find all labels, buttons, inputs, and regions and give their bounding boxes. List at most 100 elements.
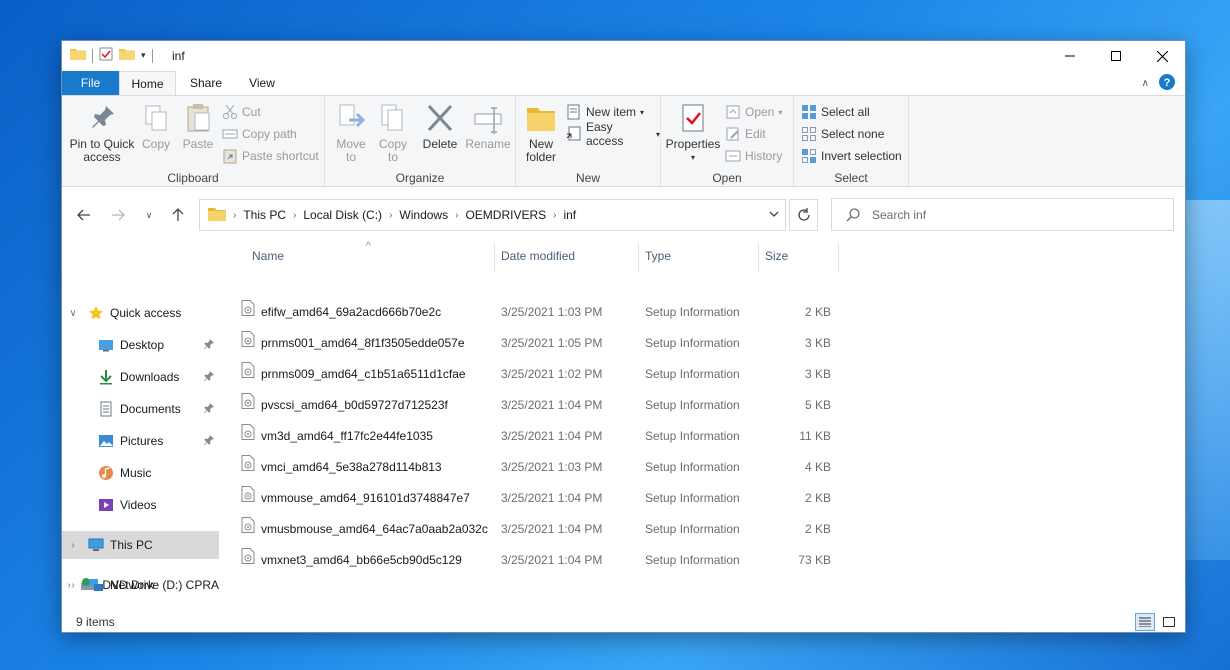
chevron-right-icon[interactable]: ›	[389, 210, 392, 221]
nav-network[interactable]: › Network	[62, 571, 219, 599]
crumb-local-disk[interactable]: Local Disk (C:)	[303, 208, 382, 222]
history-icon	[725, 148, 741, 164]
minimize-button[interactable]	[1047, 41, 1093, 71]
edit-button[interactable]: Edit	[725, 124, 766, 144]
details-view-button[interactable]	[1135, 613, 1155, 631]
chevron-up-icon[interactable]: ∧	[1142, 78, 1149, 89]
column-header-type[interactable]: Type	[645, 243, 671, 273]
tab-file[interactable]: File	[62, 71, 119, 95]
address-bar[interactable]: › This PC › Local Disk (C:) › Windows › …	[199, 199, 786, 231]
ribbon-tabs: File Home Share View ∧ ?	[62, 71, 1185, 95]
copy-path-button[interactable]: Copy path	[222, 124, 297, 144]
crumb-this-pc[interactable]: This PC	[243, 208, 286, 222]
help-icon[interactable]: ?	[1159, 74, 1175, 93]
setup-information-file-icon	[241, 514, 255, 545]
invert-selection-button[interactable]: Invert selection	[801, 146, 902, 166]
rename-button[interactable]: Rename	[465, 102, 511, 151]
crumb-inf[interactable]: inf	[563, 208, 576, 222]
copy-to-button[interactable]: Copy to	[375, 102, 411, 164]
forward-button[interactable]	[108, 205, 128, 225]
delete-label: Delete	[422, 137, 458, 151]
easy-access-button[interactable]: Easy access ▾	[566, 120, 660, 148]
recent-locations-button[interactable]: ∨	[139, 205, 159, 225]
chevron-right-icon[interactable]: ›	[455, 210, 458, 221]
copy-path-label: Copy path	[242, 127, 297, 141]
file-row[interactable]: prnms009_amd64_c1b51a6511d1cfae 3/25/2021…	[219, 359, 839, 390]
select-none-button[interactable]: Select none	[801, 124, 884, 144]
nav-this-pc[interactable]: › This PC	[62, 531, 219, 559]
chevron-right-icon[interactable]: ›	[66, 580, 80, 591]
file-row[interactable]: vmusbmouse_amd64_64ac7a0aab2a032c 3/25/20…	[219, 514, 839, 545]
close-button[interactable]	[1139, 41, 1185, 71]
window-controls	[1047, 41, 1185, 71]
chevron-right-icon[interactable]: ›	[293, 210, 296, 221]
pin-icon[interactable]	[203, 338, 214, 352]
nav-music[interactable]: Music	[62, 459, 219, 487]
up-button[interactable]	[168, 205, 188, 225]
tab-view[interactable]: View	[238, 71, 286, 95]
copy-button[interactable]: Copy	[138, 102, 174, 151]
scissors-icon	[222, 104, 238, 120]
select-all-button[interactable]: Select all	[801, 102, 870, 122]
history-button[interactable]: History	[725, 146, 782, 166]
column-divider[interactable]	[758, 243, 759, 273]
pin-icon[interactable]	[203, 402, 214, 416]
properties-button[interactable]: Properties ▾	[665, 102, 721, 164]
chevron-right-icon[interactable]: ›	[553, 210, 556, 221]
back-button[interactable]	[74, 205, 94, 225]
new-folder-button[interactable]: New folder	[522, 102, 560, 164]
file-name: efifw_amd64_69a2acd666b70e2c	[261, 305, 442, 319]
pin-icon[interactable]	[203, 434, 214, 448]
file-date: 3/25/2021 1:04 PM	[501, 429, 603, 443]
nav-pictures[interactable]: Pictures	[62, 427, 219, 455]
new-folder-qat-icon[interactable]	[119, 47, 135, 64]
paste-button[interactable]: Paste	[179, 102, 217, 151]
quick-access-toolbar: ▾	[70, 47, 153, 64]
file-row[interactable]: prnms001_amd64_8f1f3505edde057e 3/25/2021…	[219, 328, 839, 359]
nav-videos[interactable]: Videos	[62, 491, 219, 519]
nav-documents[interactable]: Documents	[62, 395, 219, 423]
crumb-windows[interactable]: Windows	[399, 208, 448, 222]
file-name: vm3d_amd64_ff17fc2e44fe1035	[261, 429, 433, 443]
delete-button[interactable]: Delete	[420, 102, 460, 151]
maximize-button[interactable]	[1093, 41, 1139, 71]
open-button[interactable]: Open ▾	[725, 102, 782, 122]
pin-to-quick-access-button[interactable]: Pin to Quick access	[68, 102, 136, 164]
pin-icon[interactable]	[203, 370, 214, 384]
chevron-down-icon[interactable]: ∨	[66, 308, 80, 319]
qat-dropdown-icon[interactable]: ▾	[141, 50, 146, 61]
column-header-size[interactable]: Size	[765, 243, 788, 273]
properties-check-icon[interactable]	[99, 47, 113, 64]
search-box[interactable]: Search inf	[831, 198, 1174, 231]
file-row[interactable]: vmxnet3_amd64_bb66e5cb90d5c129 3/25/2021 …	[219, 545, 839, 576]
file-row[interactable]: vmmouse_amd64_916101d3748847e7 3/25/2021 …	[219, 483, 839, 514]
nav-downloads[interactable]: Downloads	[62, 363, 219, 391]
paste-shortcut-button[interactable]: Paste shortcut	[222, 146, 319, 166]
column-header-name[interactable]: Name	[252, 243, 284, 273]
tab-share[interactable]: Share	[180, 71, 232, 95]
column-divider[interactable]	[838, 243, 839, 273]
address-dropdown-button[interactable]	[769, 208, 779, 222]
file-row[interactable]: vm3d_amd64_ff17fc2e44fe1035 3/25/2021 1:0…	[219, 421, 839, 452]
open-label: Open	[745, 105, 775, 119]
column-divider[interactable]	[638, 243, 639, 273]
tab-home[interactable]: Home	[119, 71, 176, 95]
file-row[interactable]: pvscsi_amd64_b0d59727d712523f 3/25/2021 1…	[219, 390, 839, 421]
search-input[interactable]: Search inf	[872, 208, 926, 222]
move-to-button[interactable]: Move to	[333, 102, 369, 164]
new-group-label: New	[575, 171, 600, 185]
column-divider[interactable]	[494, 243, 495, 273]
column-header-date[interactable]: Date modified	[501, 243, 575, 273]
nav-desktop[interactable]: Desktop	[62, 331, 219, 359]
chevron-right-icon[interactable]: ›	[66, 540, 80, 551]
refresh-button[interactable]	[789, 199, 818, 231]
crumb-oemdrivers[interactable]: OEMDRIVERS	[465, 208, 546, 222]
large-icons-view-button[interactable]	[1159, 613, 1179, 631]
file-row[interactable]: efifw_amd64_69a2acd666b70e2c 3/25/2021 1:…	[219, 297, 839, 328]
large-icons-view-icon	[1163, 617, 1175, 627]
new-item-button[interactable]: New item ▾	[566, 102, 644, 122]
nav-quick-access[interactable]: ∨ Quick access	[62, 299, 219, 327]
cut-button[interactable]: Cut	[222, 102, 261, 122]
file-row[interactable]: vmci_amd64_5e38a278d114b813 3/25/2021 1:0…	[219, 452, 839, 483]
star-icon	[88, 305, 104, 321]
